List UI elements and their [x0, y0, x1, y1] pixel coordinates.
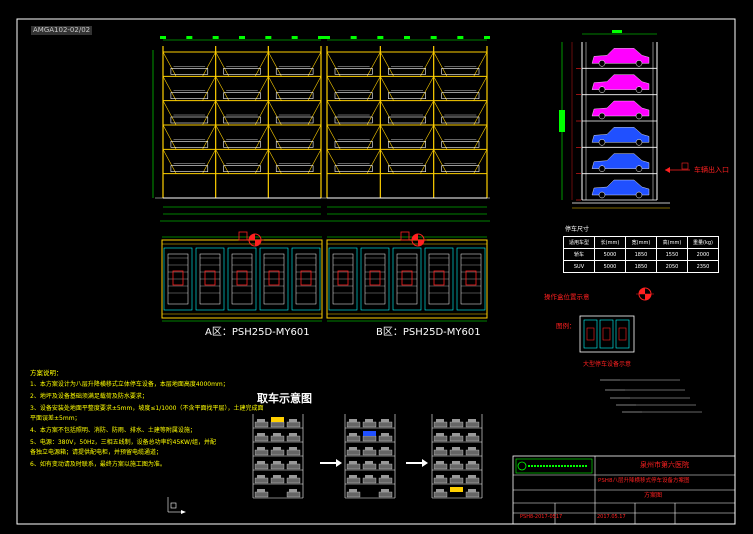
- spec-cell: 2000: [687, 248, 719, 261]
- note-line: 1、本方案设计为八层升降横移式立体停车设备，本层地面高度4000mm；: [30, 381, 229, 388]
- spec-header: 长(mm): [594, 236, 626, 249]
- layout-b-label: B区：PSH25D-MY601: [376, 327, 481, 338]
- note-line: 平面误差±5mm；: [30, 415, 81, 422]
- spec-cell: SUV: [563, 260, 595, 273]
- legend-label: 图例：: [556, 322, 576, 330]
- drawing-type: 方案图: [644, 492, 663, 499]
- note-line: 6、如有变动请及时联系，最终方案以施工图为准。: [30, 461, 166, 468]
- drawing-code: AMGA102-02/02: [31, 26, 93, 35]
- spec-cell: 5000: [594, 248, 626, 261]
- spec-cell: 轿车: [563, 248, 595, 261]
- spec-cell: 1550: [656, 248, 688, 261]
- notes-title: 方案说明：: [30, 369, 63, 377]
- note-line: 备独立电源箱；请提供配电柜，并预留电缆通道；: [30, 449, 163, 456]
- front-elevation-view: [152, 36, 490, 222]
- spec-header: 宽(mm): [625, 236, 657, 249]
- retrieval-title: 取车示意图: [257, 392, 312, 405]
- drawing-name: PSH8八层升降横移式停车设备方案图: [598, 478, 690, 484]
- drawing-number: PSH8-2017-0517: [520, 514, 563, 520]
- vehicle-entrance-label: 车辆出入口: [694, 166, 729, 174]
- spec-header: 重量(kg): [687, 236, 719, 249]
- note-line: 3、设备安装处地面平整度要求±5mm，坡度≤1/1000（不含平面找平层），土建…: [30, 405, 264, 412]
- drawing-date: 2017.05.17: [597, 514, 626, 520]
- legend-caption: 大型停车设备示意: [583, 361, 632, 368]
- spec-header: 适用车型: [563, 236, 595, 249]
- operation-box-label: 操作盒位置示意: [544, 293, 590, 301]
- spec-cell: 2350: [687, 260, 719, 273]
- side-elevation-view: [559, 30, 690, 353]
- layout-a-label: A区：PSH25D-MY601: [205, 327, 310, 338]
- spec-table: 停车尺寸 适用车型 长(mm) 宽(mm) 高(mm) 重量(kg) 轿车 50…: [563, 227, 719, 273]
- spec-cell: 1850: [625, 248, 657, 261]
- spec-table-title: 停车尺寸: [565, 226, 590, 233]
- spec-cell: 1850: [625, 260, 657, 273]
- note-line: 2、地坪及设备基础须满足载荷及防水要求；: [30, 393, 148, 400]
- note-line: 5、电源：380V，50Hz，三相五线制，设备总功率约45KW/组，并配: [30, 439, 216, 446]
- project-name: 泉州市第六医院: [640, 461, 689, 469]
- spec-header: 高(mm): [656, 236, 688, 249]
- note-line: 4、本方案不包括照明、消防、防雨、排水、土建等附属设施；: [30, 427, 196, 434]
- retrieval-diagrams: [252, 414, 483, 499]
- spec-cell: 5000: [594, 260, 626, 273]
- spec-cell: 2050: [656, 260, 688, 273]
